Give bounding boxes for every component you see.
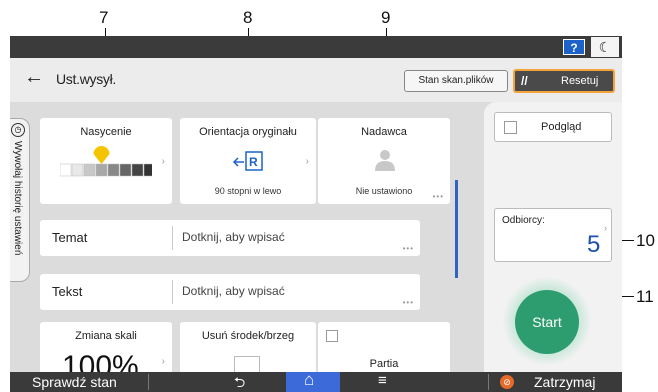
recipients-button[interactable]: Odbiorcy: 5 › (494, 208, 612, 262)
back-arrow-icon[interactable]: ← (24, 66, 44, 89)
reset-button[interactable]: // Resetuj (513, 69, 615, 93)
saturation-title: Nasycenie (80, 126, 132, 138)
divider (172, 280, 173, 304)
saturation-step (107, 163, 120, 177)
saturation-step (143, 163, 152, 177)
sender-card[interactable]: Nadawca Nie ustawiono ••• (318, 118, 450, 204)
callout-11: 11 (636, 287, 654, 306)
callout-7: 7 (99, 8, 109, 27)
subject-label: Temat (52, 230, 88, 245)
saturation-step (60, 163, 72, 177)
orientation-title: Orientacja oryginału (199, 126, 297, 138)
history-tab-label: Wywołaj historię ustawień (12, 141, 23, 256)
saturation-card[interactable]: Nasycenie › (40, 118, 172, 204)
divider (488, 374, 489, 390)
top-status-bar: ? ☾ (10, 36, 622, 58)
batch-checkbox[interactable] (326, 330, 338, 342)
saturation-step (83, 163, 96, 177)
rotate-left-icon: R (232, 151, 263, 171)
orientation-value: 90 stopni w lewo (214, 186, 282, 196)
help-button[interactable]: ? (563, 39, 585, 55)
clock-icon: ◷ (11, 123, 25, 137)
chevron-right-icon: › (305, 156, 309, 167)
stop-button[interactable]: Zatrzymaj (534, 374, 595, 390)
callout-9: 9 (381, 8, 391, 27)
text-input[interactable]: Dotknij, aby wpisać (182, 284, 285, 298)
header-bar: ← Ust.wysył. Stan skan.plików // Resetuj (10, 58, 622, 102)
saturation-step (119, 163, 132, 177)
preview-label: Podgląd (541, 121, 582, 133)
recipients-count: 5 (587, 231, 601, 258)
preview-checkbox[interactable] (504, 121, 517, 134)
subject-row[interactable]: Temat Dotknij, aby wpisać ••• (40, 220, 420, 256)
subject-input[interactable]: Dotknij, aby wpisać (182, 230, 285, 244)
menu-icon[interactable]: ≡ (378, 372, 387, 389)
divider (172, 226, 173, 250)
svg-text:R: R (249, 155, 258, 169)
more-dots-icon: ••• (402, 298, 414, 307)
moon-icon[interactable]: ☾ (591, 37, 619, 57)
preview-toggle[interactable]: Podgląd (494, 112, 612, 142)
saturation-marker-icon (93, 146, 110, 164)
stop-icon[interactable]: ⊘ (500, 375, 514, 389)
saturation-step (131, 163, 144, 177)
chevron-right-icon: › (604, 223, 607, 233)
page-title: Ust.wysył. (56, 71, 117, 87)
chevron-right-icon: › (161, 356, 165, 367)
scan-status-button[interactable]: Stan skan.plików (404, 70, 508, 92)
divider (148, 374, 149, 390)
history-tab[interactable]: ◷ Wywołaj historię ustawień (10, 118, 30, 282)
more-dots-icon: ••• (432, 192, 444, 201)
device-screen: ? ☾ ← Ust.wysył. Stan skan.plików // Res… (10, 36, 622, 392)
scale-title: Zmiana skali (75, 330, 137, 342)
reset-label: Resetuj (561, 75, 599, 87)
text-row[interactable]: Tekst Dotknij, aby wpisać ••• (40, 274, 420, 310)
bottom-bar: Sprawdź stan ⮌ ⌂ ≡ ⊘ Zatrzymaj (10, 370, 622, 392)
saturation-step (95, 163, 108, 177)
more-dots-icon: ••• (402, 244, 414, 253)
callout-10: 10 (636, 231, 655, 250)
erase-title: Usuń środek/brzeg (201, 330, 295, 342)
orientation-card[interactable]: Orientacja oryginału R › 90 stopni w lew… (180, 118, 316, 204)
scrollbar[interactable] (455, 180, 458, 278)
saturation-scale (60, 146, 152, 177)
back-icon[interactable]: ⮌ (234, 372, 245, 392)
text-label: Tekst (52, 284, 83, 299)
home-button[interactable]: ⌂ (286, 370, 340, 392)
callout-8: 8 (243, 8, 253, 27)
sender-value: Nie ustawiono (355, 186, 413, 196)
recipients-label: Odbiorcy: (502, 215, 545, 226)
check-status-button[interactable]: Sprawdź stan (32, 374, 117, 390)
home-icon: ⌂ (304, 370, 315, 389)
start-button[interactable]: Start (515, 290, 579, 354)
saturation-step (71, 163, 84, 177)
batch-title: Partia (369, 358, 399, 370)
chevron-right-icon: › (161, 156, 165, 167)
reset-icon: // (521, 74, 528, 88)
person-icon (375, 150, 395, 171)
sender-title: Nadawca (361, 126, 407, 138)
